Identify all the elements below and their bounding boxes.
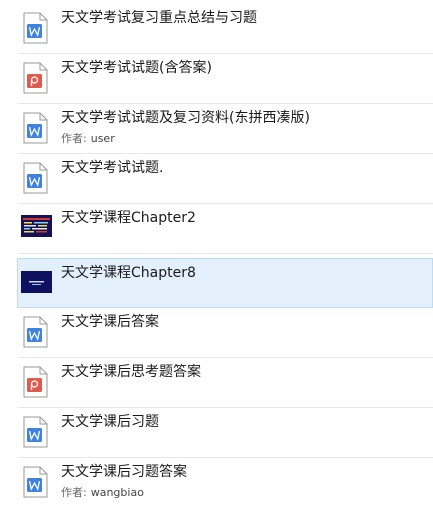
document-author: 作者: wangbiao	[61, 486, 144, 499]
list-item[interactable]: 天文学考试试题.	[0, 154, 433, 204]
word-doc-icon	[23, 12, 48, 44]
word-doc-icon	[23, 162, 48, 194]
document-title[interactable]: 天文学课后思考题答案	[61, 362, 201, 382]
document-title[interactable]: 天文学考试复习重点总结与习题	[61, 8, 257, 28]
document-title[interactable]: 天文学考试试题及复习资料(东拼西凑版)	[61, 108, 310, 128]
list-item[interactable]: 天文学课后思考题答案	[0, 358, 433, 408]
document-title[interactable]: 天文学课程Chapter8	[61, 263, 196, 283]
document-title[interactable]: 天文学课后习题答案	[61, 462, 187, 482]
word-doc-icon	[23, 416, 48, 448]
word-doc-icon	[23, 112, 48, 144]
document-title[interactable]: 天文学考试试题(含答案)	[61, 58, 212, 78]
list-item[interactable]: 天文学课程Chapter2	[0, 204, 433, 254]
slide-thumbnail	[21, 271, 52, 293]
pdf-doc-icon	[23, 62, 48, 94]
document-title[interactable]: 天文学课程Chapter2	[61, 208, 196, 228]
list-item[interactable]: 天文学考试复习重点总结与习题	[0, 4, 433, 54]
document-author: 作者: user	[61, 132, 115, 145]
document-title[interactable]: 天文学考试试题.	[61, 158, 163, 178]
document-list: 天文学考试复习重点总结与习题 天文学考试试题(含答案) 天文学考试试题及复习资料…	[0, 0, 433, 507]
list-item[interactable]: 天文学课后习题	[0, 408, 433, 458]
list-item[interactable]: 天文学课后答案	[0, 308, 433, 358]
word-doc-icon	[23, 316, 48, 348]
document-title[interactable]: 天文学课后答案	[61, 312, 159, 332]
list-item[interactable]: 天文学考试试题(含答案)	[0, 54, 433, 104]
divider	[18, 253, 433, 254]
list-item-selected[interactable]: 天文学课程Chapter8	[17, 258, 433, 308]
slide-thumbnail	[21, 215, 52, 237]
document-title[interactable]: 天文学课后习题	[61, 412, 159, 432]
word-doc-icon	[23, 466, 48, 498]
list-item[interactable]: 天文学课后习题答案 作者: wangbiao	[0, 458, 433, 507]
list-item[interactable]: 天文学考试试题及复习资料(东拼西凑版) 作者: user	[0, 104, 433, 154]
pdf-doc-icon	[23, 366, 48, 398]
